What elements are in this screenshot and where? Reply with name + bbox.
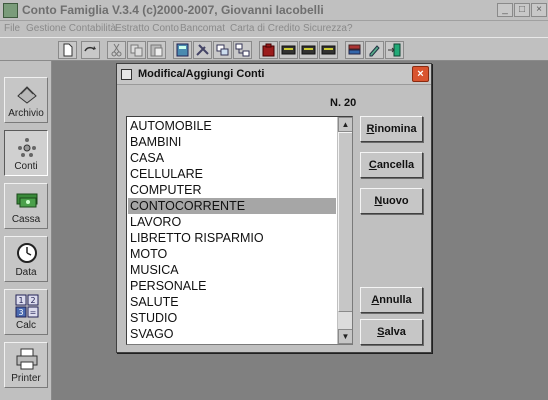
card-icon[interactable]: [279, 41, 298, 59]
open-arrow-icon[interactable]: [81, 41, 100, 59]
svg-text:1: 1: [18, 296, 23, 305]
copy-icon[interactable]: [127, 41, 146, 59]
sidebar-item-conti[interactable]: Conti: [4, 130, 48, 176]
minimize-button[interactable]: _: [497, 3, 513, 17]
scroll-up-arrow-icon[interactable]: ▲: [338, 117, 352, 132]
save-button[interactable]: Salva: [360, 319, 423, 345]
sidebar-item-label: Conti: [14, 161, 38, 172]
list-item[interactable]: LIBRETTO RISPARMIO: [128, 230, 336, 246]
svg-text:2: 2: [30, 296, 35, 305]
sidebar-item-archivio[interactable]: Archivio: [4, 77, 48, 123]
list-item[interactable]: LAVORO: [128, 214, 336, 230]
list-item[interactable]: STUDIO: [128, 310, 336, 326]
archive-icon: [17, 86, 37, 104]
sidebar-item-cassa[interactable]: Cassa: [4, 183, 48, 229]
scroll-down-arrow-icon[interactable]: ▼: [338, 329, 352, 344]
new-button[interactable]: Nuovo: [360, 188, 423, 214]
svg-text:3: 3: [18, 308, 23, 317]
menu-estratto-conto[interactable]: Estratto Conto: [115, 23, 179, 34]
list-item[interactable]: BAMBINI: [128, 134, 336, 150]
books-icon[interactable]: [345, 41, 364, 59]
edit-accounts-dialog: Modifica/Aggiungi Conti × N. 20 AUTOMOBI…: [116, 63, 432, 353]
list-item[interactable]: MUSICA: [128, 262, 336, 278]
menu-file[interactable]: File: [4, 23, 20, 34]
dialog-title-bar: Modifica/Aggiungi Conti ×: [117, 64, 431, 85]
app-title: Conto Famiglia V.3.4 (c)2000-2007, Giova…: [22, 3, 324, 17]
delete-button[interactable]: Cancella: [360, 152, 423, 178]
card3-icon[interactable]: [319, 41, 338, 59]
dialog-close-button[interactable]: ×: [412, 66, 429, 82]
cut-icon[interactable]: [107, 41, 126, 59]
menu-carta-di-credito[interactable]: Carta di Credito: [230, 23, 300, 34]
menu-bar: File Gestione Contabilità Estratto Conto…: [0, 21, 548, 37]
list-scrollbar[interactable]: ▲ ▼: [337, 117, 352, 344]
menu-bancomat[interactable]: Bancomat: [180, 23, 225, 34]
list-item[interactable]: AUTOMOBILE: [128, 118, 336, 134]
accounts-listbox[interactable]: AUTOMOBILE BAMBINI CASA CELLULARE COMPUT…: [126, 116, 353, 345]
app-title-bar: Conto Famiglia V.3.4 (c)2000-2007, Giova…: [0, 0, 548, 21]
sidebar-item-data[interactable]: Data: [4, 236, 48, 282]
list-item[interactable]: SVAGO: [128, 326, 336, 342]
scrollbar-thumb[interactable]: [338, 132, 352, 312]
list-item[interactable]: CASA: [128, 150, 336, 166]
exit-icon[interactable]: [385, 41, 404, 59]
cash-icon: [16, 193, 38, 208]
calculator-icon[interactable]: [173, 41, 192, 59]
clock-icon: [17, 243, 37, 263]
close-button[interactable]: ×: [531, 3, 547, 17]
sidebar-item-label: Printer: [11, 373, 41, 384]
dialog-title: Modifica/Aggiungi Conti: [138, 68, 265, 80]
safe-icon[interactable]: [259, 41, 278, 59]
list-item[interactable]: CELLULARE: [128, 166, 336, 182]
copy-window-icon[interactable]: [213, 41, 232, 59]
list-item[interactable]: PERSONALE: [128, 278, 336, 294]
new-doc-icon[interactable]: [58, 41, 77, 59]
list-item[interactable]: SALUTE: [128, 294, 336, 310]
cancel-button[interactable]: Annulla: [360, 287, 423, 313]
sidebar: Archivio Conti Cassa Data 1 2 3 = Calc Prin…: [0, 61, 52, 400]
sidebar-item-printer[interactable]: Printer: [4, 342, 48, 388]
menu-help[interactable]: ?: [347, 23, 353, 34]
sidebar-item-label: Cassa: [11, 214, 41, 225]
sidebar-item-label: Archivio: [8, 108, 44, 119]
maximize-button[interactable]: □: [514, 3, 530, 17]
paste-icon[interactable]: [147, 41, 166, 59]
rename-button[interactable]: Rinomina: [360, 116, 423, 142]
list-item-selected[interactable]: CONTOCORRENTE: [128, 198, 336, 214]
list-item[interactable]: MOTO: [128, 246, 336, 262]
network-icon[interactable]: [233, 41, 252, 59]
edit-icon[interactable]: [365, 41, 384, 59]
menu-gestione-contabilita[interactable]: Gestione Contabilità: [26, 23, 116, 34]
account-count-label: N. 20: [330, 97, 357, 109]
svg-text:=: =: [30, 308, 37, 317]
card2-icon[interactable]: [299, 41, 318, 59]
dialog-window-icon: [121, 69, 132, 80]
printer-icon: [16, 348, 38, 370]
menu-sicurezza[interactable]: Sicurezza: [303, 23, 347, 34]
accounts-icon: [18, 138, 36, 157]
calculator-icon: 1 23 =: [15, 294, 39, 318]
app-icon: [3, 3, 18, 18]
sidebar-item-label: Data: [15, 267, 37, 278]
list-item[interactable]: COMPUTER: [128, 182, 336, 198]
toolbar: [0, 37, 548, 61]
sidebar-item-label: Calc: [15, 320, 36, 331]
sidebar-item-calc[interactable]: 1 2 3 = Calc: [4, 289, 48, 335]
tools-icon[interactable]: [193, 41, 212, 59]
